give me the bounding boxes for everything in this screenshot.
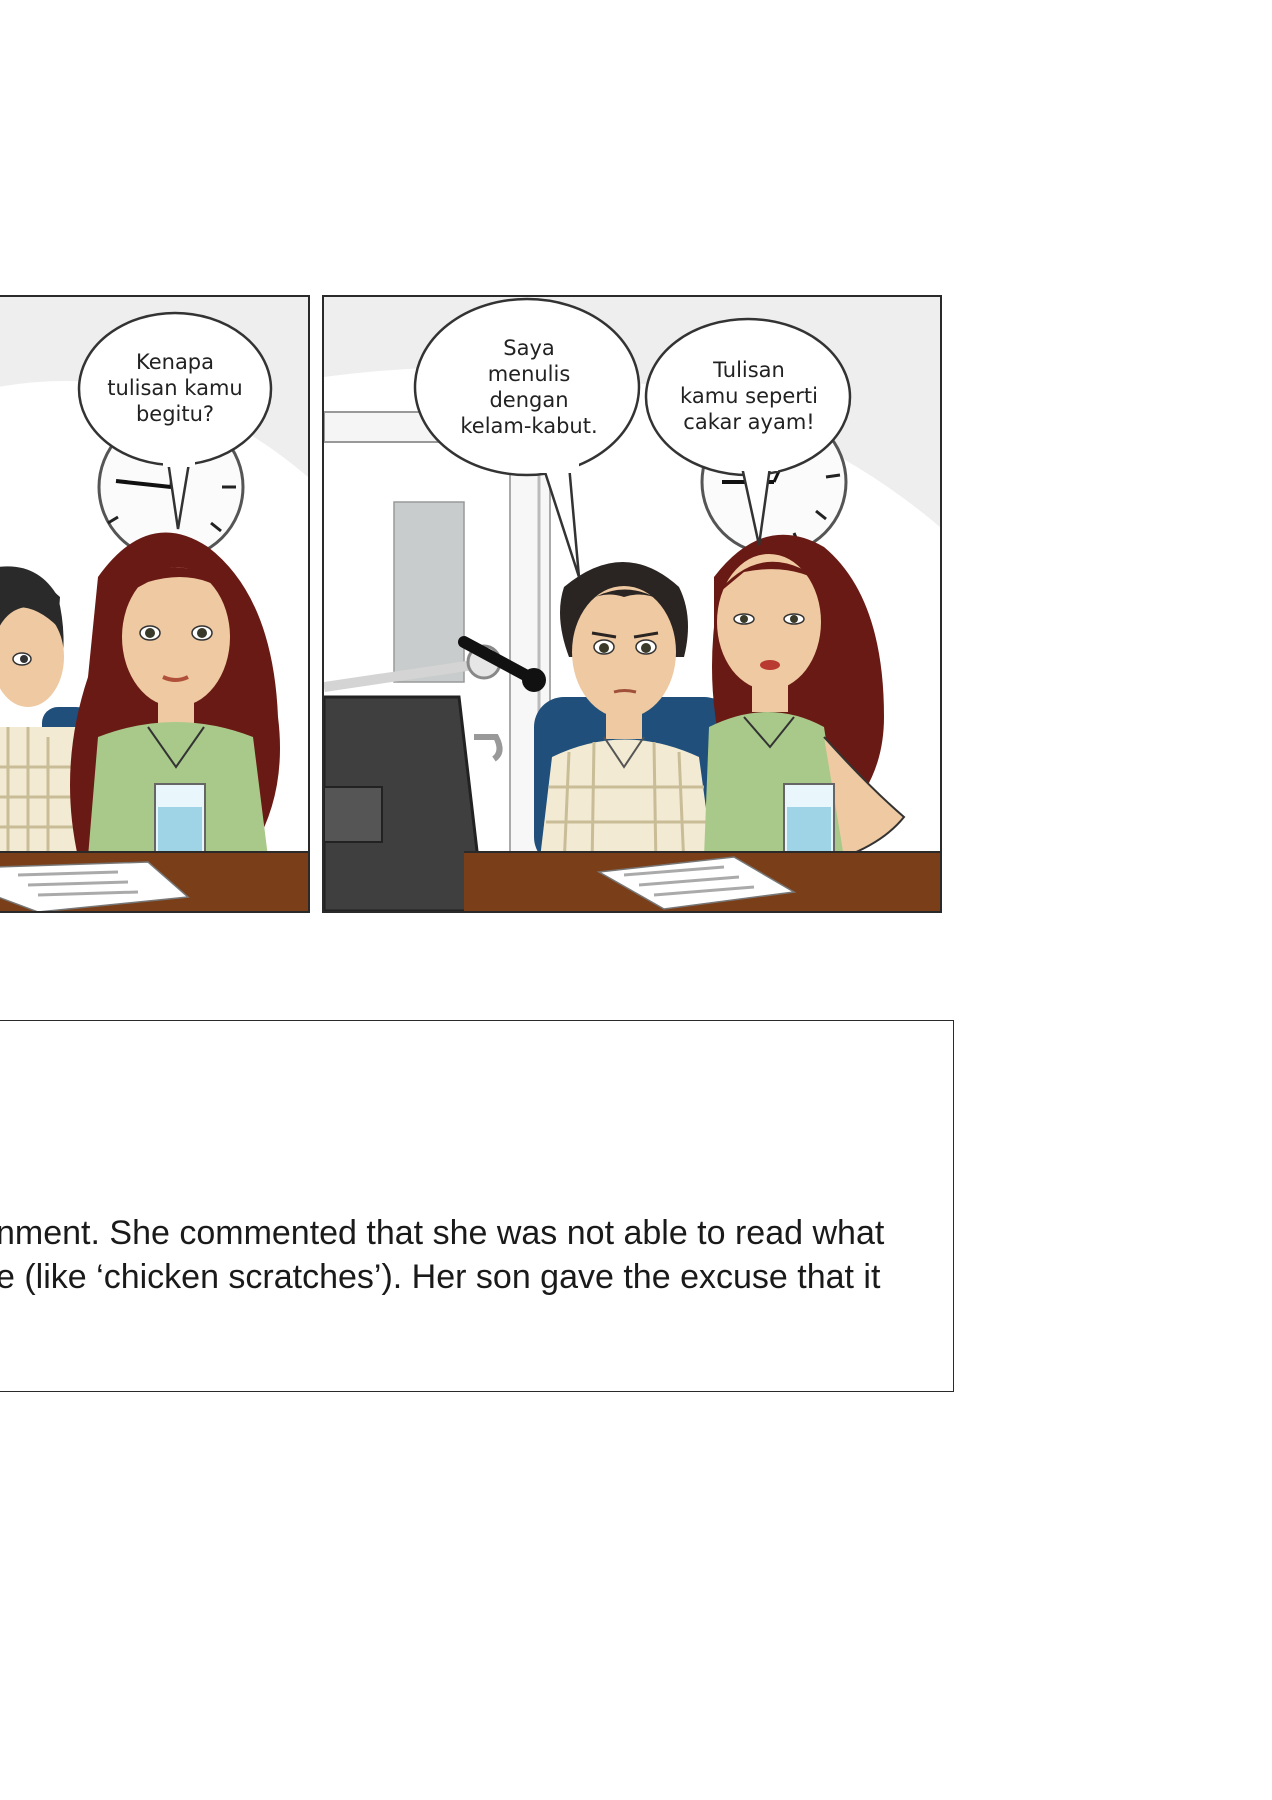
bubble-line: kelam-kabut. — [460, 414, 598, 438]
speech-bubble-mother-remark: Tulisan kamu seperti cakar ayam! — [654, 341, 844, 451]
bubble-line: Tulisan — [713, 358, 785, 382]
comic-panel-2: Saya menulis dengan kelam-kabut. Tulisan… — [322, 295, 942, 913]
bubble-line: Saya — [503, 336, 555, 360]
bubble-line: menulis — [487, 362, 571, 386]
speech-bubble-son-reply: Saya menulis dengan kelam-kabut. — [424, 319, 634, 455]
bubble-line: kamu seperti — [680, 384, 818, 408]
caption-line: nment. She commented that she was not ab… — [0, 1214, 885, 1252]
speech-bubble-mother-question: Kenapa tulisan kamu begitu? — [84, 333, 266, 443]
bubble-line: dengan — [489, 388, 569, 412]
bubble-line: Kenapa — [135, 350, 215, 374]
comic-panel-1: Kenapa tulisan kamu begitu? — [0, 295, 310, 913]
caption-box: nment. She commented that she was not ab… — [0, 1020, 954, 1392]
bubble-line: cakar ayam! — [683, 410, 815, 434]
bubble-line: tulisan kamu — [107, 376, 243, 400]
caption-line: e (like ‘chicken scratches’). Her son ga… — [0, 1258, 881, 1296]
bubble-line: begitu? — [135, 402, 215, 426]
